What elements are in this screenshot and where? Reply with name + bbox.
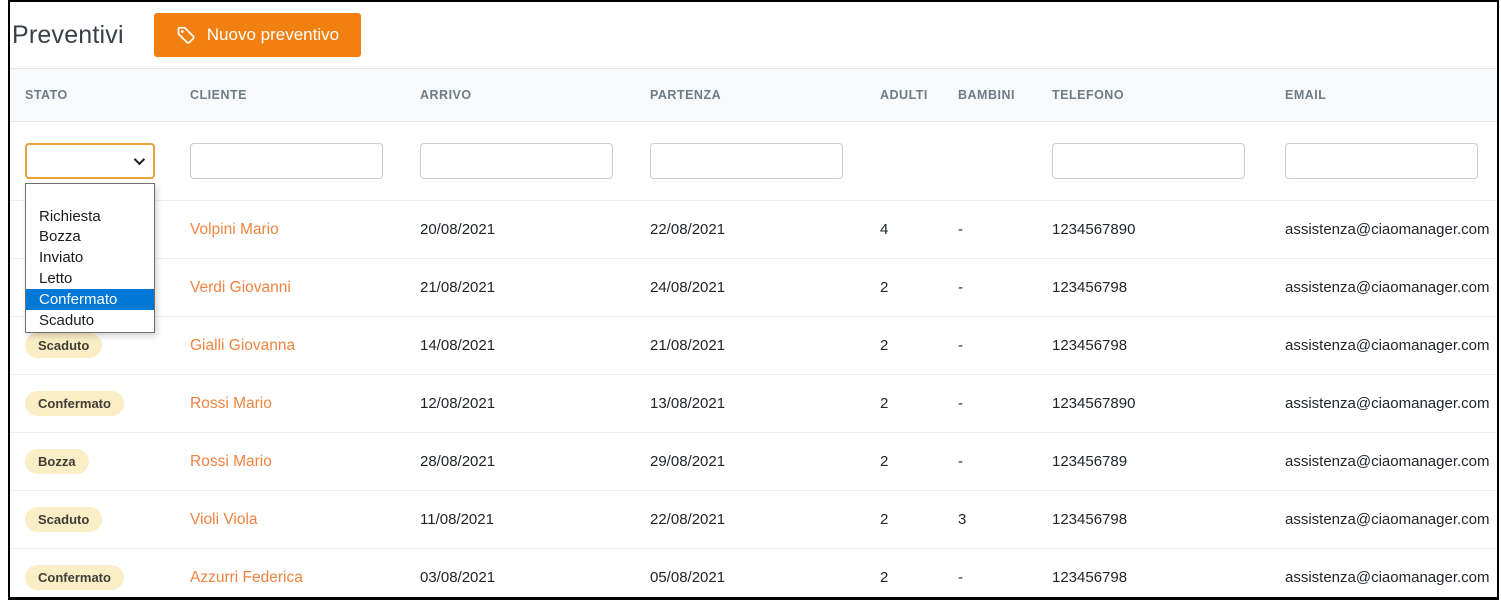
email-address: assistenza@ciaomanager.com bbox=[1285, 453, 1490, 470]
bambini-filter-spacer bbox=[948, 122, 1042, 200]
phone-number: 1234567890 bbox=[1052, 221, 1136, 238]
arrival-date: 11/08/2021 bbox=[420, 511, 494, 528]
status-badge: Confermato bbox=[25, 390, 124, 417]
table-row[interactable]: Verdi Giovanni 21/08/2021 24/08/2021 2 -… bbox=[10, 258, 1497, 316]
arrival-date: 20/08/2021 bbox=[420, 221, 496, 238]
client-name-link[interactable]: Rossi Mario bbox=[180, 433, 410, 490]
status-dropdown-option[interactable] bbox=[26, 185, 154, 206]
new-quote-button-label: Nuovo preventivo bbox=[206, 25, 340, 44]
table-row[interactable]: Bozza Rossi Mario 28/08/2021 29/08/2021 … bbox=[10, 432, 1497, 490]
chevron-down-icon bbox=[133, 153, 146, 166]
page-title: Preventivi bbox=[12, 20, 124, 49]
departure-date: 22/08/2021 bbox=[650, 511, 726, 528]
table-row[interactable]: Confermato Rossi Mario 12/08/2021 13/08/… bbox=[10, 374, 1497, 432]
cliente-filter-input[interactable] bbox=[190, 143, 383, 179]
tag-icon bbox=[176, 25, 196, 45]
children-count: - bbox=[958, 221, 963, 238]
email-address: assistenza@ciaomanager.com bbox=[1285, 221, 1490, 238]
adults-count: 2 bbox=[880, 395, 889, 412]
arrival-date: 14/08/2021 bbox=[420, 337, 496, 354]
status-dropdown-option[interactable]: Inviato bbox=[26, 247, 154, 268]
departure-date: 05/08/2021 bbox=[650, 569, 726, 586]
phone-number: 1234567890 bbox=[1052, 395, 1136, 412]
column-header-cliente: CLIENTE bbox=[190, 88, 247, 102]
departure-date: 13/08/2021 bbox=[650, 395, 726, 412]
client-name-link[interactable]: Verdi Giovanni bbox=[180, 259, 410, 316]
partenza-filter-input[interactable] bbox=[650, 143, 843, 179]
adults-count: 2 bbox=[880, 337, 889, 354]
column-header-stato: STATO bbox=[25, 88, 68, 102]
new-quote-button[interactable]: Nuovo preventivo bbox=[153, 13, 362, 57]
filter-row bbox=[10, 122, 1497, 200]
children-count: - bbox=[958, 395, 963, 412]
email-address: assistenza@ciaomanager.com bbox=[1285, 569, 1490, 586]
departure-date: 24/08/2021 bbox=[650, 279, 726, 296]
status-dropdown-option[interactable]: Letto bbox=[26, 268, 154, 289]
children-count: - bbox=[958, 279, 963, 296]
email-address: assistenza@ciaomanager.com bbox=[1285, 511, 1490, 528]
status-filter-dropdown: Richiesta Bozza Inviato Letto Confermato Scad… bbox=[25, 183, 155, 333]
adults-count: 4 bbox=[880, 221, 889, 238]
table-body: Volpini Mario 20/08/2021 22/08/2021 4 - … bbox=[10, 200, 1497, 597]
table-row[interactable]: Scaduto Gialli Giovanna 14/08/2021 21/08… bbox=[10, 316, 1497, 374]
table-row[interactable]: Confermato Azzurri Federica 03/08/2021 0… bbox=[10, 548, 1497, 597]
app-window: Preventivi Nuovo preventivo STATO CLIENT… bbox=[8, 0, 1499, 600]
client-name-link[interactable]: Violi Viola bbox=[180, 491, 410, 548]
column-header-bambini: BAMBINI bbox=[958, 88, 1015, 102]
table-header-row: STATO CLIENTE ARRIVO PARTENZA ADULTI BAM… bbox=[10, 68, 1497, 122]
client-name-link[interactable]: Rossi Mario bbox=[180, 375, 410, 432]
children-count: - bbox=[958, 337, 963, 354]
client-name-link[interactable]: Azzurri Federica bbox=[180, 549, 410, 597]
column-header-adulti: ADULTI bbox=[880, 88, 928, 102]
email-address: assistenza@ciaomanager.com bbox=[1285, 337, 1490, 354]
status-badge: Scaduto bbox=[25, 506, 103, 533]
children-count: - bbox=[958, 569, 963, 586]
status-badge: Scaduto bbox=[25, 332, 103, 359]
status-dropdown-option[interactable]: Richiesta bbox=[26, 206, 154, 227]
adults-count: 2 bbox=[880, 453, 889, 470]
departure-date: 21/08/2021 bbox=[650, 337, 726, 354]
phone-number: 123456798 bbox=[1052, 337, 1128, 354]
arrivo-filter-input[interactable] bbox=[420, 143, 613, 179]
column-header-telefono: TELEFONO bbox=[1052, 88, 1125, 102]
status-badge: Confermato bbox=[25, 564, 124, 591]
phone-number: 123456789 bbox=[1052, 453, 1128, 470]
phone-number: 123456798 bbox=[1052, 279, 1128, 296]
column-header-arrivo: ARRIVO bbox=[420, 88, 472, 102]
status-dropdown-option[interactable]: Confermato bbox=[26, 288, 154, 310]
client-name-link[interactable]: Gialli Giovanna bbox=[180, 317, 410, 374]
children-count: - bbox=[958, 453, 963, 470]
children-count: 3 bbox=[958, 511, 967, 528]
telefono-filter-input[interactable] bbox=[1052, 143, 1245, 179]
column-header-email: EMAIL bbox=[1285, 88, 1327, 102]
client-name-link[interactable]: Volpini Mario bbox=[180, 201, 410, 258]
status-dropdown-option[interactable]: Bozza bbox=[26, 227, 154, 248]
adulti-filter-spacer bbox=[870, 122, 948, 200]
status-filter-select[interactable] bbox=[25, 143, 155, 179]
phone-number: 123456798 bbox=[1052, 511, 1128, 528]
status-dropdown-option[interactable]: Scaduto bbox=[26, 310, 154, 331]
adults-count: 2 bbox=[880, 279, 889, 296]
arrival-date: 12/08/2021 bbox=[420, 395, 496, 412]
arrival-date: 03/08/2021 bbox=[420, 569, 496, 586]
table-row[interactable]: Scaduto Violi Viola 11/08/2021 22/08/202… bbox=[10, 490, 1497, 548]
adults-count: 2 bbox=[880, 511, 889, 528]
status-badge: Bozza bbox=[25, 448, 89, 475]
departure-date: 29/08/2021 bbox=[650, 453, 726, 470]
phone-number: 123456798 bbox=[1052, 569, 1128, 586]
arrival-date: 21/08/2021 bbox=[420, 279, 496, 296]
adults-count: 2 bbox=[880, 569, 889, 586]
email-address: assistenza@ciaomanager.com bbox=[1285, 279, 1490, 296]
email-address: assistenza@ciaomanager.com bbox=[1285, 395, 1490, 412]
arrival-date: 28/08/2021 bbox=[420, 453, 496, 470]
column-header-partenza: PARTENZA bbox=[650, 88, 722, 102]
departure-date: 22/08/2021 bbox=[650, 221, 726, 238]
email-filter-input[interactable] bbox=[1285, 143, 1478, 179]
topbar: Preventivi Nuovo preventivo bbox=[10, 2, 1497, 68]
table-row[interactable]: Volpini Mario 20/08/2021 22/08/2021 4 - … bbox=[10, 200, 1497, 258]
